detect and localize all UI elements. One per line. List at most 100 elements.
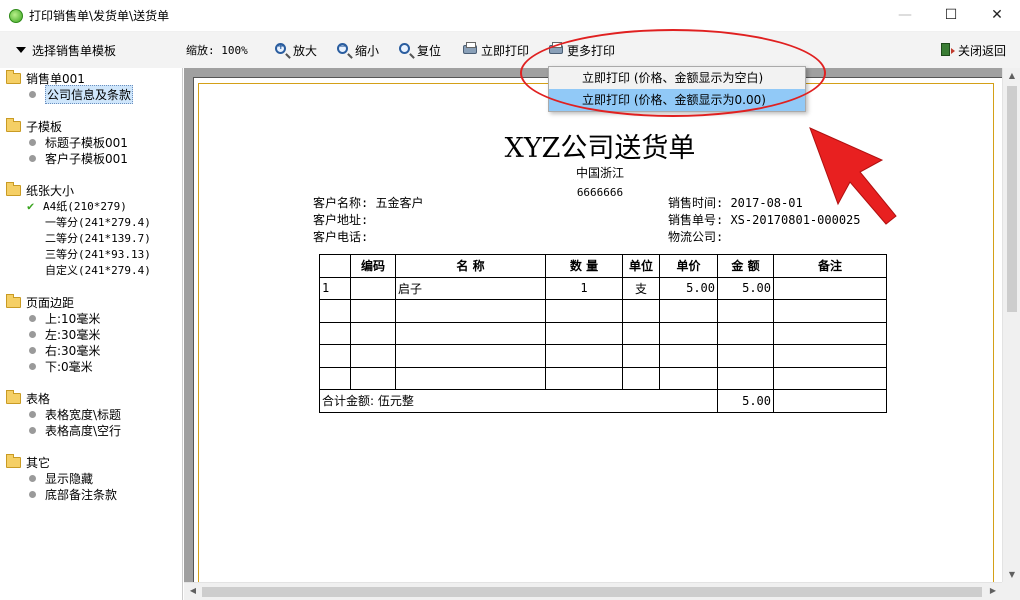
table-cell: [319, 344, 351, 368]
zoom-in-button[interactable]: + 放大: [270, 38, 332, 62]
table-cell: [545, 366, 623, 390]
table-cell: [350, 344, 396, 368]
bullet-icon: [29, 362, 36, 370]
tree-item[interactable]: 标题子模板001: [0, 134, 182, 150]
tree-item[interactable]: 一等分(241*279.4): [0, 214, 182, 230]
tree-item[interactable]: 上:10毫米: [0, 310, 182, 326]
toolbar: 选择销售单模板 缩放: 100% + 放大 − 缩小 复位 立即打印 更多打印 …: [0, 32, 1020, 68]
group-label: 表格: [26, 391, 51, 406]
tree-item[interactable]: 表格宽度\标题: [0, 406, 182, 422]
scroll-left-icon[interactable]: ◀: [184, 586, 202, 595]
tree-item[interactable]: 客户子模板001: [0, 150, 182, 166]
more-print-label: 更多打印: [567, 43, 616, 58]
customer-name: 客户名称: 五金客户: [313, 196, 424, 210]
table-cell: [773, 366, 887, 390]
tree-group-head[interactable]: 表格: [0, 389, 182, 406]
app-icon: [9, 8, 23, 23]
vertical-scroll-thumb[interactable]: [1007, 86, 1017, 312]
reset-button[interactable]: 复位: [394, 38, 458, 62]
horizontal-scroll-thumb[interactable]: [202, 587, 982, 597]
scroll-down-icon[interactable]: ▼: [1003, 570, 1020, 579]
table-cell: [773, 344, 887, 368]
reset-zoom-icon: [398, 42, 414, 58]
close-return-button[interactable]: 关闭返回: [935, 38, 1010, 62]
folder-icon: [6, 117, 21, 132]
tree-item-label: 公司信息及条款: [45, 84, 134, 104]
table-cell: [659, 344, 718, 368]
tree-item-label: 底部备注条款: [45, 487, 118, 502]
tree-item-label: 上:10毫米: [45, 311, 101, 326]
tree-group-head[interactable]: 其它: [0, 453, 182, 470]
tree-item[interactable]: 右:30毫米: [0, 342, 182, 358]
print-blank-price-item[interactable]: 立即打印 (价格、金额显示为空白): [549, 67, 805, 89]
zoom-out-button[interactable]: − 缩小: [332, 38, 394, 62]
table-row: [319, 321, 887, 345]
tree-item[interactable]: 左:30毫米: [0, 326, 182, 342]
table-cell: [622, 366, 660, 390]
column-header: 编码: [350, 254, 396, 278]
table-cell: [773, 299, 887, 323]
close-return-label: 关闭返回: [957, 43, 1006, 58]
print-zero-price-item[interactable]: 立即打印 (价格、金额显示为0.00): [549, 89, 805, 111]
tree-item-label: 客户子模板001: [45, 151, 128, 166]
tree-item-label: 二等分(241*139.7): [45, 232, 151, 245]
scroll-up-icon[interactable]: ▲: [1003, 71, 1020, 80]
bullet-icon: [29, 426, 36, 434]
title-bar: 打印销售单\发货单\送货单 — ☐ ✕: [0, 0, 1020, 32]
table-cell: 5.00: [659, 276, 718, 300]
horizontal-scrollbar[interactable]: ◀ ▶: [184, 582, 1002, 600]
tree-item-label: 表格宽度\标题: [45, 407, 122, 422]
table-cell: [773, 321, 887, 345]
tree-item[interactable]: 底部备注条款: [0, 486, 182, 502]
logistics-company: 物流公司:: [668, 230, 724, 244]
more-print-button[interactable]: 更多打印: [544, 38, 630, 62]
bullet-icon: [29, 410, 36, 418]
table-cell: 1: [319, 276, 351, 300]
zoom-out-icon: −: [337, 42, 348, 54]
tree-item[interactable]: 三等分(241*93.13): [0, 246, 182, 262]
tree-item-label: 表格高度\空行: [45, 423, 122, 438]
column-header: 备注: [773, 254, 887, 278]
table-cell: [319, 299, 351, 323]
bullet-icon: [29, 490, 36, 498]
tree-item[interactable]: 表格高度\空行: [0, 422, 182, 438]
scroll-right-icon[interactable]: ▶: [984, 586, 1002, 595]
column-header: 数 量: [545, 254, 623, 278]
table-cell: [395, 321, 546, 345]
column-header: 单位: [622, 254, 660, 278]
tree-item[interactable]: 自定义(241*279.4): [0, 262, 182, 278]
group-label: 页面边距: [26, 295, 75, 310]
vertical-scrollbar[interactable]: ▲ ▼: [1002, 68, 1020, 582]
maximize-button[interactable]: ☐: [928, 0, 974, 30]
tree-item[interactable]: 显示隐藏: [0, 470, 182, 486]
tree-item[interactable]: 二等分(241*139.7): [0, 230, 182, 246]
table-cell: [717, 299, 774, 323]
table-cell: [350, 366, 396, 390]
template-select-button[interactable]: 选择销售单模板: [12, 38, 182, 62]
tree-item[interactable]: 下:0毫米: [0, 358, 182, 374]
close-button[interactable]: ✕: [974, 0, 1020, 30]
bullet-icon: [29, 330, 36, 338]
table-cell: [659, 321, 718, 345]
table-cell: [717, 344, 774, 368]
bullet-icon: [29, 154, 36, 162]
window-controls: — ☐ ✕: [882, 0, 1020, 30]
tree-item-label: 左:30毫米: [45, 327, 101, 342]
tree-item[interactable]: 公司信息及条款: [0, 84, 182, 104]
table-cell: [717, 366, 774, 390]
minimize-button[interactable]: —: [882, 0, 928, 30]
table-cell: [545, 299, 623, 323]
print-now-button[interactable]: 立即打印: [458, 38, 544, 62]
tree-group-sales: 销售单001 公司信息及条款: [0, 69, 182, 104]
table-cell: [659, 366, 718, 390]
column-header: 名 称: [395, 254, 546, 278]
tree-item[interactable]: ✔ A4纸(210*279): [0, 198, 182, 214]
table-cell: [350, 321, 396, 345]
tree-group-head[interactable]: 页面边距: [0, 293, 182, 310]
table-cell: [395, 344, 546, 368]
table-cell: [773, 276, 887, 300]
tree-group-head[interactable]: 子模板: [0, 117, 182, 134]
tree-group-head[interactable]: 纸张大小: [0, 181, 182, 198]
window-title: 打印销售单\发货单\送货单: [29, 9, 170, 23]
table-cell: [622, 321, 660, 345]
